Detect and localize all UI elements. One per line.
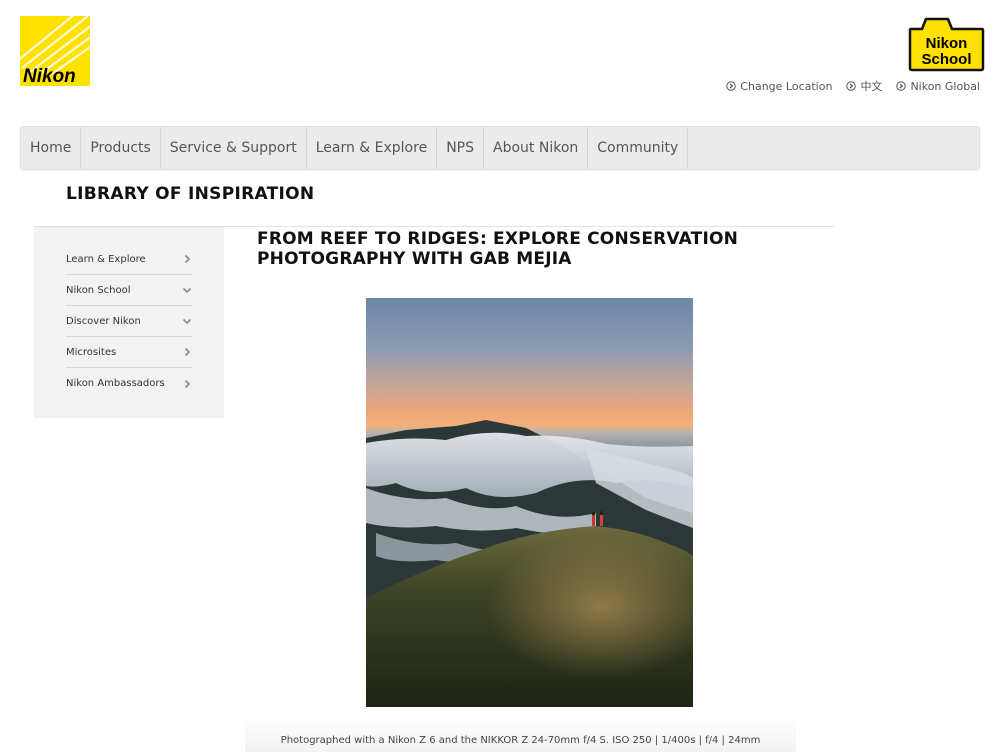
chevron-right-icon bbox=[184, 379, 191, 388]
main-nav: Home Products Service & Support Learn & … bbox=[20, 126, 980, 170]
article-content: FROM REEF TO RIDGES: EXPLORE CONSERVATIO… bbox=[245, 227, 796, 752]
circle-arrow-icon bbox=[896, 81, 907, 91]
change-location-link[interactable]: Change Location bbox=[726, 78, 832, 94]
sidebar-item-label: Discover Nikon bbox=[66, 315, 141, 327]
nav-item-service-support[interactable]: Service & Support bbox=[161, 127, 307, 169]
sidebar-item-nikon-school[interactable]: Nikon School bbox=[66, 275, 192, 306]
photo-caption: Photographed with a Nikon Z 6 and the NI… bbox=[280, 735, 761, 746]
school-logo-line-2: School bbox=[921, 51, 971, 68]
sidebar-item-label: Nikon Ambassadors bbox=[66, 378, 165, 389]
nikon-school-logo[interactable]: Nikon School bbox=[908, 15, 985, 72]
nav-item-products[interactable]: Products bbox=[81, 127, 161, 169]
chevron-down-icon bbox=[182, 318, 192, 325]
nav-item-home[interactable]: Home bbox=[21, 127, 82, 169]
utility-links: Change Location 中文 Nikon Global bbox=[726, 78, 980, 94]
sidebar-item-label: Nikon School bbox=[66, 284, 131, 296]
nikon-logo-text: Nikon bbox=[23, 66, 76, 86]
sidebar-item-discover-nikon[interactable]: Discover Nikon bbox=[66, 306, 192, 337]
nav-item-community[interactable]: Community bbox=[588, 127, 689, 169]
circle-arrow-icon bbox=[726, 81, 736, 91]
sidebar-item-label: Learn & Explore bbox=[66, 253, 146, 265]
nav-item-about-nikon[interactable]: About Nikon bbox=[484, 127, 589, 169]
chevron-right-icon bbox=[184, 254, 191, 264]
change-location-label: Change Location bbox=[740, 79, 833, 93]
chevron-down-icon bbox=[182, 287, 192, 294]
article-title: FROM REEF TO RIDGES: EXPLORE CONSERVATIO… bbox=[257, 229, 739, 269]
chevron-right-icon bbox=[184, 347, 191, 357]
chinese-language-label: 中文 bbox=[860, 80, 883, 93]
circle-arrow-icon bbox=[846, 81, 857, 91]
nikon-logo[interactable]: Nikon bbox=[20, 16, 90, 86]
sidebar-menu: Learn & Explore Nikon School Discover Ni… bbox=[66, 244, 192, 399]
nikon-global-label: Nikon Global bbox=[910, 79, 980, 93]
sidebar-item-learn-explore[interactable]: Learn & Explore bbox=[66, 244, 192, 275]
sidebar-item-nikon-ambassadors[interactable]: Nikon Ambassadors bbox=[66, 368, 192, 399]
school-logo-line-1: Nikon bbox=[926, 35, 968, 52]
sidebar: Learn & Explore Nikon School Discover Ni… bbox=[34, 227, 224, 418]
sidebar-item-microsites[interactable]: Microsites bbox=[66, 337, 192, 368]
chinese-language-link[interactable]: 中文 bbox=[846, 78, 882, 94]
nikon-global-link[interactable]: Nikon Global bbox=[896, 78, 980, 94]
nav-item-nps[interactable]: NPS bbox=[437, 127, 484, 169]
caption-area: Photographed with a Nikon Z 6 and the NI… bbox=[245, 717, 796, 752]
nav-item-learn-explore[interactable]: Learn & Explore bbox=[307, 127, 438, 169]
sidebar-item-label: Microsites bbox=[66, 346, 117, 358]
article-photo[interactable] bbox=[366, 298, 693, 707]
section-title: LIBRARY OF INSPIRATION bbox=[66, 184, 315, 204]
